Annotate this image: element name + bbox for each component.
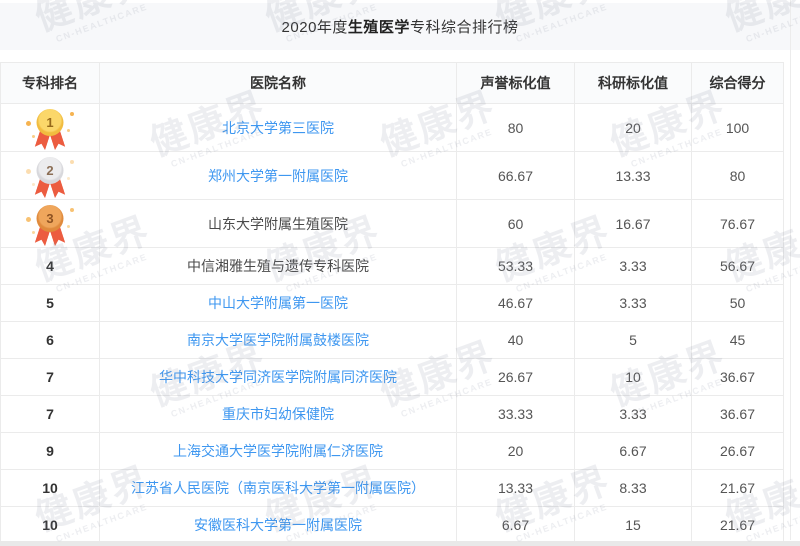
hospital-link[interactable]: 安徽医科大学第一附属医院 xyxy=(194,517,362,533)
table-row: 10 江苏省人民医院（南京医科大学第一附属医院） 13.33 8.33 21.6… xyxy=(1,470,784,507)
gold-medal-icon: 1 xyxy=(28,108,72,150)
hospital-cell: 郑州大学第一附属医院 xyxy=(100,152,457,200)
research-value: 13.33 xyxy=(575,152,692,200)
score-value: 26.67 xyxy=(692,433,784,470)
table-row: 6 南京大学医学院附属鼓楼医院 40 5 45 xyxy=(1,322,784,359)
rank-cell: 3 xyxy=(1,200,100,248)
research-value: 3.33 xyxy=(575,248,692,285)
score-value: 36.67 xyxy=(692,359,784,396)
rank-cell: 6 xyxy=(1,322,100,359)
score-value: 80 xyxy=(692,152,784,200)
hospital-cell: 重庆市妇幼保健院 xyxy=(100,396,457,433)
ranking-page: 2020年度生殖医学专科综合排行榜 专科排名 医院名称 声誉标化值 科研标化值 … xyxy=(0,0,800,546)
score-value: 100 xyxy=(692,104,784,152)
hospital-cell: 山东大学附属生殖医院 xyxy=(100,200,457,248)
reputation-value: 26.67 xyxy=(457,359,575,396)
hospital-cell: 上海交通大学医学院附属仁济医院 xyxy=(100,433,457,470)
hospital-cell: 中山大学附属第一医院 xyxy=(100,285,457,322)
reputation-value: 33.33 xyxy=(457,396,575,433)
score-value: 50 xyxy=(692,285,784,322)
reputation-value: 80 xyxy=(457,104,575,152)
medal-rank-number: 2 xyxy=(37,157,64,184)
hospital-link[interactable]: 华中科技大学同济医学院附属同济医院 xyxy=(159,369,397,385)
page-bottom-edge xyxy=(0,541,800,546)
hospital-link[interactable]: 重庆市妇幼保健院 xyxy=(222,406,334,422)
reputation-value: 46.67 xyxy=(457,285,575,322)
medal-rank-number: 3 xyxy=(37,205,64,232)
hospital-cell: 华中科技大学同济医学院附属同济医院 xyxy=(100,359,457,396)
rank-cell: 7 xyxy=(1,396,100,433)
hospital-name: 山东大学附属生殖医院 xyxy=(208,216,348,232)
research-value: 3.33 xyxy=(575,396,692,433)
silver-medal-icon: 2 xyxy=(28,156,72,198)
page-title: 2020年度生殖医学专科综合排行榜 xyxy=(0,3,800,50)
research-value: 20 xyxy=(575,104,692,152)
rank-cell: 5 xyxy=(1,285,100,322)
rank-cell: 1 xyxy=(1,104,100,152)
column-header-score: 综合得分 xyxy=(692,63,784,104)
hospital-cell: 江苏省人民医院（南京医科大学第一附属医院） xyxy=(100,470,457,507)
table-row: 5 中山大学附属第一医院 46.67 3.33 50 xyxy=(1,285,784,322)
score-value: 76.67 xyxy=(692,200,784,248)
table-row: 9 上海交通大学医学院附属仁济医院 20 6.67 26.67 xyxy=(1,433,784,470)
title-suffix: 专科综合排行榜 xyxy=(410,16,519,37)
research-value: 8.33 xyxy=(575,470,692,507)
score-value: 21.67 xyxy=(692,507,784,544)
bronze-medal-icon: 3 xyxy=(28,204,72,246)
table-row: 4 中信湘雅生殖与遗传专科医院 53.33 3.33 56.67 xyxy=(1,248,784,285)
score-value: 56.67 xyxy=(692,248,784,285)
page-scrollbar-edge xyxy=(790,0,791,540)
reputation-value: 60 xyxy=(457,200,575,248)
score-value: 36.67 xyxy=(692,396,784,433)
column-header-reputation: 声誉标化值 xyxy=(457,63,575,104)
table-row: 10 安徽医科大学第一附属医院 6.67 15 21.67 xyxy=(1,507,784,544)
reputation-value: 20 xyxy=(457,433,575,470)
table-row: 7 华中科技大学同济医学院附属同济医院 26.67 10 36.67 xyxy=(1,359,784,396)
hospital-cell: 中信湘雅生殖与遗传专科医院 xyxy=(100,248,457,285)
column-header-research: 科研标化值 xyxy=(575,63,692,104)
hospital-cell: 北京大学第三医院 xyxy=(100,104,457,152)
medal-rank-number: 1 xyxy=(37,109,64,136)
research-value: 3.33 xyxy=(575,285,692,322)
title-highlight: 生殖医学 xyxy=(348,16,410,37)
hospital-cell: 安徽医科大学第一附属医院 xyxy=(100,507,457,544)
hospital-link[interactable]: 江苏省人民医院（南京医科大学第一附属医院） xyxy=(131,480,425,496)
hospital-link[interactable]: 上海交通大学医学院附属仁济医院 xyxy=(173,443,383,459)
reputation-value: 6.67 xyxy=(457,507,575,544)
table-row: 3 山东大学附属生殖医院 60 16.67 76.67 xyxy=(1,200,784,248)
reputation-value: 13.33 xyxy=(457,470,575,507)
ranking-table: 专科排名 医院名称 声誉标化值 科研标化值 综合得分 1 北京大学第三医院 80 xyxy=(0,62,784,544)
hospital-name: 中信湘雅生殖与遗传专科医院 xyxy=(187,258,369,274)
hospital-link[interactable]: 南京大学医学院附属鼓楼医院 xyxy=(187,332,369,348)
research-value: 15 xyxy=(575,507,692,544)
hospital-link[interactable]: 北京大学第三医院 xyxy=(222,120,334,136)
research-value: 10 xyxy=(575,359,692,396)
column-header-hospital: 医院名称 xyxy=(100,63,457,104)
hospital-link[interactable]: 郑州大学第一附属医院 xyxy=(208,168,348,184)
rank-cell: 7 xyxy=(1,359,100,396)
column-header-rank: 专科排名 xyxy=(1,63,100,104)
table-row: 7 重庆市妇幼保健院 33.33 3.33 36.67 xyxy=(1,396,784,433)
table-row: 2 郑州大学第一附属医院 66.67 13.33 80 xyxy=(1,152,784,200)
rank-cell: 2 xyxy=(1,152,100,200)
rank-cell: 10 xyxy=(1,470,100,507)
reputation-value: 66.67 xyxy=(457,152,575,200)
table-row: 1 北京大学第三医院 80 20 100 xyxy=(1,104,784,152)
reputation-value: 40 xyxy=(457,322,575,359)
header-row: 专科排名 医院名称 声誉标化值 科研标化值 综合得分 xyxy=(1,63,784,104)
research-value: 6.67 xyxy=(575,433,692,470)
title-prefix: 2020年度 xyxy=(282,16,348,37)
score-value: 45 xyxy=(692,322,784,359)
rank-cell: 10 xyxy=(1,507,100,544)
hospital-cell: 南京大学医学院附属鼓楼医院 xyxy=(100,322,457,359)
reputation-value: 53.33 xyxy=(457,248,575,285)
research-value: 16.67 xyxy=(575,200,692,248)
rank-cell: 9 xyxy=(1,433,100,470)
rank-cell: 4 xyxy=(1,248,100,285)
score-value: 21.67 xyxy=(692,470,784,507)
hospital-link[interactable]: 中山大学附属第一医院 xyxy=(208,295,348,311)
research-value: 5 xyxy=(575,322,692,359)
